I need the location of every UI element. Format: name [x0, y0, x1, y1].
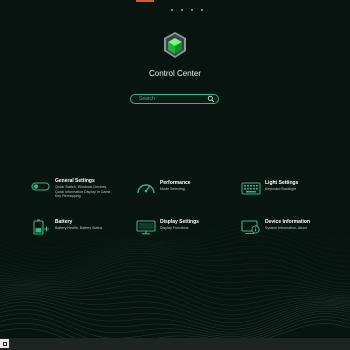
background-wave-lines — [0, 218, 350, 340]
window-restore-button[interactable] — [0, 339, 9, 348]
card-general-settings[interactable]: General Settings Quick Switch, Windows D… — [31, 178, 112, 199]
wave-line — [0, 222, 350, 254]
card-title: Light Settings — [265, 180, 299, 186]
window-menu-dots[interactable] — [171, 9, 203, 11]
card-performance[interactable]: Performance Mode Selecting — [136, 180, 191, 196]
dot — [171, 9, 173, 11]
dot — [201, 9, 203, 11]
page-title: Control Center — [148, 69, 202, 78]
wave-line — [0, 301, 350, 333]
app-logo-icon — [164, 32, 186, 58]
toggle-icon — [31, 182, 50, 191]
taskbar — [0, 338, 350, 350]
search-input[interactable] — [139, 95, 205, 103]
card-title: General Settings — [55, 178, 95, 184]
card-description-line: Key Remapping — [55, 194, 81, 199]
card-light-settings[interactable]: Light Settings Keyboard Backlight — [241, 180, 298, 196]
search-icon[interactable] — [207, 95, 215, 103]
search-box[interactable] — [130, 94, 219, 104]
wave-line — [0, 245, 350, 273]
card-description-line: Keyboard Backlight — [265, 187, 296, 191]
wave-line — [0, 313, 350, 339]
top-accent-notch — [136, 0, 154, 2]
wave-line — [0, 305, 350, 335]
wave-line — [0, 319, 350, 340]
card-description-line: Mode Selecting — [160, 187, 185, 191]
window-top-bar — [0, 0, 350, 11]
speedometer-icon — [137, 184, 155, 194]
restore-icon — [2, 341, 7, 346]
keyboard-icon — [241, 182, 261, 195]
dot — [181, 9, 183, 11]
wave-line — [0, 240, 350, 270]
dot — [191, 9, 193, 11]
card-title: Performance — [160, 180, 191, 186]
